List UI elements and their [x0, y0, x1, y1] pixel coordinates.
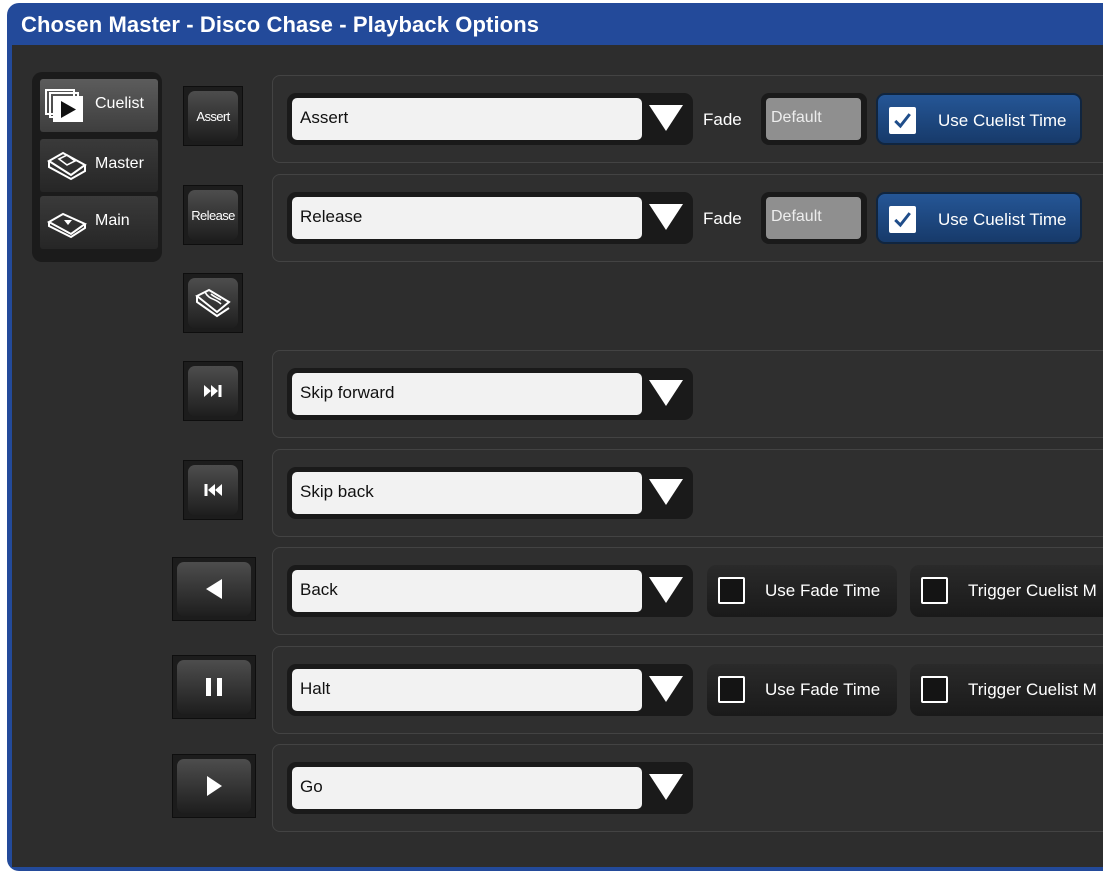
checkbox-unchecked-icon: [718, 577, 745, 604]
window-client-area: Cuelist Master Main Assert Assert Fade D…: [12, 45, 1103, 867]
sidebar-item-label: Cuelist: [95, 95, 144, 112]
checkbox-unchecked-icon: [921, 577, 948, 604]
assert-dropdown[interactable]: Assert: [287, 93, 693, 145]
skip-back-dropdown-field[interactable]: Skip back: [292, 472, 642, 514]
skip-back-dropdown[interactable]: Skip back: [287, 467, 693, 519]
release-dropdown-field[interactable]: Release: [292, 197, 642, 239]
halt-dropdown-field[interactable]: Halt: [292, 669, 642, 711]
assert-fade-input[interactable]: Default: [761, 93, 867, 145]
checkbox-unchecked-icon: [921, 676, 948, 703]
chevron-down-icon[interactable]: [649, 380, 683, 406]
halt-dropdown[interactable]: Halt: [287, 664, 693, 716]
skip-back-icon: [204, 484, 222, 496]
go-dropdown[interactable]: Go: [287, 762, 693, 814]
skip-forward-icon: [204, 385, 222, 397]
skip-forward-row-panel: Skip forward: [272, 350, 1103, 438]
dropdown-value: Release: [300, 207, 363, 226]
skip-forward-dropdown[interactable]: Skip forward: [287, 368, 693, 420]
fade-label: Fade: [703, 209, 742, 228]
release-button[interactable]: Release: [183, 185, 243, 245]
release-button-label: Release: [188, 190, 238, 240]
fade-placeholder: Default: [771, 208, 822, 225]
chevron-down-icon[interactable]: [649, 105, 683, 131]
back-button[interactable]: [172, 557, 256, 621]
skip-forward-dropdown-field[interactable]: Skip forward: [292, 373, 642, 415]
skip-forward-button[interactable]: [183, 361, 243, 421]
assert-row-panel: Assert Fade Default Use Cuelist Time: [272, 75, 1103, 163]
checkbox-unchecked-icon: [718, 676, 745, 703]
toggle-label: Trigger Cuelist M: [968, 680, 1097, 699]
sidebar: Cuelist Master Main: [32, 72, 162, 262]
dropdown-value: Skip forward: [300, 383, 395, 402]
toggle-label: Use Fade Time: [765, 581, 881, 600]
window-title: Chosen Master - Disco Chase - Playback O…: [21, 12, 540, 37]
release-use-cuelist-time-toggle[interactable]: Use Cuelist Time: [876, 192, 1082, 244]
dropdown-value: Assert: [300, 108, 349, 127]
sidebar-item-label: Master: [95, 155, 144, 172]
assert-use-cuelist-time-toggle[interactable]: Use Cuelist Time: [876, 93, 1082, 145]
toggle-label: Use Fade Time: [765, 680, 881, 699]
chevron-down-icon[interactable]: [649, 577, 683, 603]
back-row-panel: Back Use Fade Time Trigger Cuelist M: [272, 547, 1103, 635]
sidebar-item-main[interactable]: Main: [40, 196, 158, 249]
master-icon: [47, 151, 87, 181]
back-trigger-cuelist-toggle[interactable]: Trigger Cuelist M: [910, 565, 1103, 617]
assert-dropdown-field[interactable]: Assert: [292, 98, 642, 140]
skip-back-button[interactable]: [183, 460, 243, 520]
dropdown-value: Halt: [300, 679, 331, 698]
chevron-down-icon[interactable]: [649, 479, 683, 505]
back-dropdown-field[interactable]: Back: [292, 570, 642, 612]
play-icon: [207, 776, 222, 796]
chevron-down-icon[interactable]: [649, 676, 683, 702]
back-dropdown[interactable]: Back: [287, 565, 693, 617]
chevron-down-icon[interactable]: [649, 204, 683, 230]
halt-use-fade-time-toggle[interactable]: Use Fade Time: [707, 664, 897, 716]
fade-label: Fade: [703, 110, 742, 129]
release-row-panel: Release Fade Default Use Cuelist Time: [272, 174, 1103, 262]
dropdown-value: Back: [300, 580, 338, 599]
hand-button[interactable]: [183, 273, 243, 333]
playback-options-window: Chosen Master - Disco Chase - Playback O…: [7, 3, 1103, 871]
halt-button[interactable]: [172, 655, 256, 719]
toggle-label: Use Cuelist Time: [938, 210, 1067, 229]
dropdown-value: Go: [300, 777, 323, 796]
pause-icon: [206, 678, 222, 696]
halt-trigger-cuelist-toggle[interactable]: Trigger Cuelist M: [910, 664, 1103, 716]
assert-button-label: Assert: [188, 91, 238, 141]
back-icon: [206, 579, 222, 599]
chevron-down-icon[interactable]: [649, 774, 683, 800]
dropdown-value: Skip back: [300, 482, 374, 501]
main-icon: [46, 212, 87, 239]
go-button[interactable]: [172, 754, 256, 818]
halt-row-panel: Halt Use Fade Time Trigger Cuelist M: [272, 646, 1103, 734]
cuelist-icon: [45, 89, 83, 122]
skip-back-row-panel: Skip back: [272, 449, 1103, 537]
back-use-fade-time-toggle[interactable]: Use Fade Time: [707, 565, 897, 617]
checkbox-checked-icon: [889, 206, 916, 233]
assert-button[interactable]: Assert: [183, 86, 243, 146]
release-fade-input[interactable]: Default: [761, 192, 867, 244]
sidebar-item-cuelist[interactable]: Cuelist: [40, 79, 158, 132]
hand-icon: [195, 288, 231, 318]
sidebar-item-master[interactable]: Master: [40, 139, 158, 192]
go-dropdown-field[interactable]: Go: [292, 767, 642, 809]
release-dropdown[interactable]: Release: [287, 192, 693, 244]
toggle-label: Trigger Cuelist M: [968, 581, 1097, 600]
fade-placeholder: Default: [771, 109, 822, 126]
toggle-label: Use Cuelist Time: [938, 111, 1067, 130]
sidebar-item-label: Main: [95, 212, 130, 229]
checkbox-checked-icon: [889, 107, 916, 134]
go-row-panel: Go: [272, 744, 1103, 832]
